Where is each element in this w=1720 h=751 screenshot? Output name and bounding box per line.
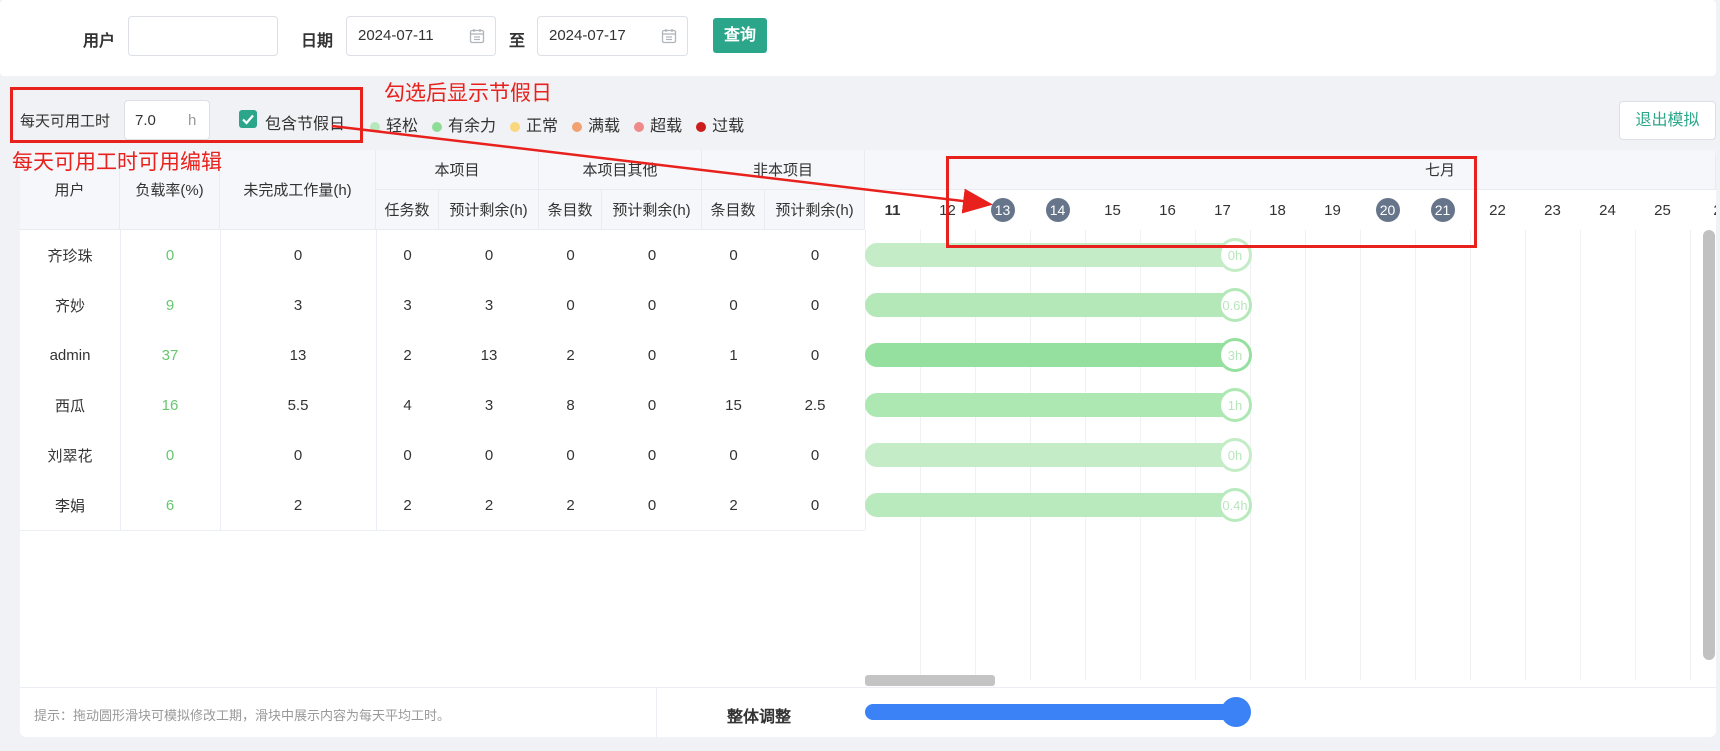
annotation-arrow — [331, 124, 993, 214]
